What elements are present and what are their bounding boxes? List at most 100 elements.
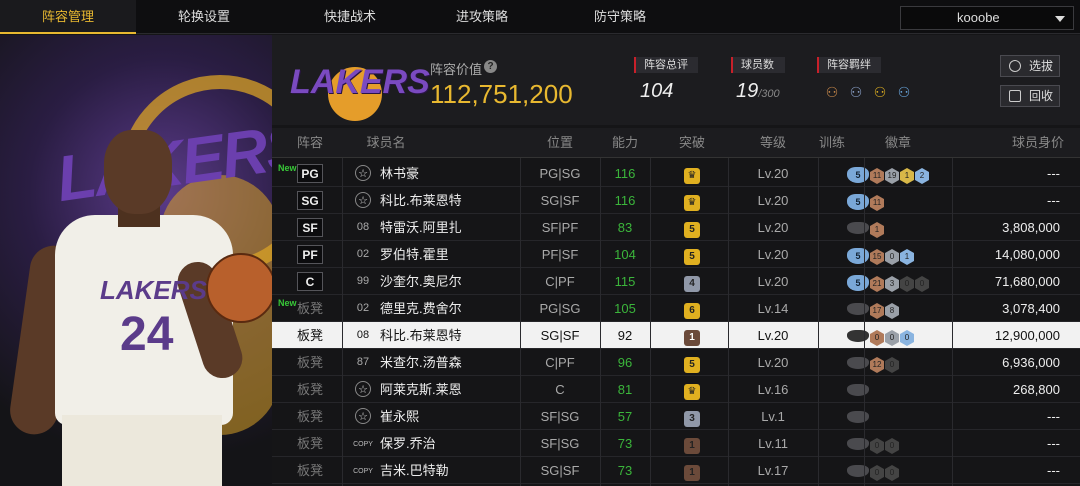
player-positions: C|PF [545, 274, 575, 289]
player-value: 14,080,000 [994, 247, 1060, 262]
recycle-button[interactable]: 回收 [1000, 85, 1060, 107]
col-breakthrough[interactable]: 突破 [664, 128, 720, 158]
player-level: Lv.20 [757, 328, 789, 343]
lineup-slot[interactable]: PG [282, 160, 338, 187]
player-name[interactable]: 阿莱克斯.莱恩 [380, 376, 520, 403]
tab-roster[interactable]: 阵容管理 [0, 0, 136, 34]
player-name[interactable]: 罗伯特.霍里 [380, 241, 520, 268]
col-name[interactable]: 球员名 [356, 128, 416, 158]
breakthrough-cell: 6 [664, 295, 720, 322]
bond-icon[interactable]: ⚇ [894, 82, 914, 102]
player-ability: 83 [617, 220, 633, 235]
jersey-cell: 02 [346, 241, 380, 268]
lineup-slot[interactable]: 板凳 [282, 349, 338, 376]
player-name[interactable]: 米查尔.汤普森 [380, 349, 520, 376]
jersey-cell: 08 [346, 322, 380, 349]
bond-icons[interactable]: ⚇ ⚇ ⚇ ⚇ [822, 82, 922, 104]
player-value: --- [1047, 166, 1060, 181]
help-icon[interactable]: ? [484, 60, 497, 73]
player-value: --- [1047, 463, 1060, 478]
players-count: 19/300 [736, 80, 780, 102]
breakthrough-badge: 1 [684, 438, 700, 454]
col-badges[interactable]: 徽章 [868, 128, 928, 158]
lineup-slot[interactable]: C [282, 268, 338, 295]
jersey-number: 02 [356, 302, 370, 314]
table-row[interactable]: 板凳 87 米查尔.汤普森 C|PF 96 5 Lv.20 12 0 6,936,000 [272, 349, 1080, 376]
table-row[interactable]: New PG ☆ 林书豪 PG|SG 116 ♛ Lv.20 5 11 19 1 2 --- [272, 160, 1080, 187]
badge-icon: 0 [900, 330, 914, 346]
breakthrough-badge: 1 [684, 465, 700, 481]
lineup-slot[interactable]: 板凳 [282, 403, 338, 430]
select-button[interactable]: 选拔 [1000, 55, 1060, 77]
table-row[interactable]: 板凳 ☆ 崔永熙 SF|SG 57 3 Lv.1 --- [272, 403, 1080, 430]
player-ability: 116 [614, 166, 636, 181]
lineup-slot[interactable]: 板凳 [282, 376, 338, 403]
table-row[interactable]: 板凳 COPY 吉米.巴特勒 SG|SF 73 1 Lv.17 0 0 --- [272, 457, 1080, 484]
lineup-slot[interactable]: 板凳 [282, 457, 338, 484]
player-name[interactable]: 保罗.乔治 [380, 430, 520, 457]
jersey-cell: ☆ [346, 187, 380, 214]
table-row[interactable]: New 板凳 02 德里克.费舍尔 PG|SG 105 6 Lv.14 17 8 3,078,400 [272, 295, 1080, 322]
refresh-icon [1009, 60, 1021, 72]
player-value: 268,800 [1013, 382, 1060, 397]
table-row[interactable]: SF 08 特雷沃.阿里扎 SF|PF 83 5 Lv.20 1 3,808,000 [272, 214, 1080, 241]
player-positions: SF|SG [540, 436, 580, 451]
col-ability[interactable]: 能力 [600, 128, 650, 158]
table-row[interactable]: SG ☆ 科比.布莱恩特 SG|SF 116 ♛ Lv.20 5 11 --- [272, 187, 1080, 214]
bond-icon[interactable]: ⚇ [822, 82, 842, 102]
player-ability: 96 [617, 355, 633, 370]
lineup-slot[interactable]: PF [282, 241, 338, 268]
jersey-cell: ☆ [346, 376, 380, 403]
player-name[interactable]: 吉米.巴特勒 [380, 457, 520, 484]
col-lineup[interactable]: 阵容 [282, 128, 338, 158]
player-name[interactable]: 科比.布莱恩特 [380, 187, 520, 214]
badge-icon: 0 [915, 276, 929, 292]
player-ability: 105 [614, 301, 636, 316]
breakthrough-badge: 5 [684, 249, 700, 265]
table-row[interactable]: C 99 沙奎尔.奥尼尔 C|PF 115 4 Lv.20 5 21 3 0 0 71,680,000 [272, 268, 1080, 295]
breakthrough-badge: ♛ [684, 195, 700, 211]
player-positions: C [555, 382, 565, 397]
breakthrough-cell: 4 [664, 268, 720, 295]
lineup-slot[interactable]: 板凳 [282, 322, 338, 349]
tab-defense[interactable]: 防守策略 [552, 0, 688, 34]
badge-icon: 19 [885, 168, 899, 184]
player-name[interactable]: 林书豪 [380, 160, 520, 187]
lineup-slot[interactable]: SF [282, 214, 338, 241]
breakthrough-badge: 4 [684, 276, 700, 292]
roster-summary: LAKERS 阵容价值 ? 112,751,200 阵容总评 104 球员数 1… [272, 35, 1080, 125]
player-ability: 57 [617, 409, 633, 424]
account-dropdown[interactable]: kooobe [900, 6, 1074, 30]
table-row[interactable]: 板凳 COPY 保罗.乔治 SF|SG 73 1 Lv.11 0 0 --- [272, 430, 1080, 457]
col-training[interactable]: 训练 [802, 128, 862, 158]
player-level: Lv.20 [757, 355, 789, 370]
lineup-slot[interactable]: 板凳 [282, 430, 338, 457]
col-position[interactable]: 位置 [520, 128, 600, 158]
badge-icon: 17 [870, 303, 884, 319]
player-positions: PG|SG [539, 301, 581, 316]
player-name[interactable]: 德里克.费舍尔 [380, 295, 520, 322]
lineup-slot[interactable]: 板凳 [282, 295, 338, 322]
col-value[interactable]: 球员身价 [972, 128, 1064, 158]
jersey-cell: COPY [346, 457, 380, 484]
player-name[interactable]: 沙奎尔.奥尼尔 [380, 268, 520, 295]
player-value: 6,936,000 [1002, 355, 1060, 370]
jersey-number: 99 [356, 275, 370, 287]
table-row[interactable]: 板凳 08 科比.布莱恩特 SG|SF 92 1 Lv.20 0 0 0 12,900,000 [272, 322, 1080, 349]
tab-quick-tactics[interactable]: 快捷战术 [282, 0, 418, 34]
table-row[interactable]: PF 02 罗伯特.霍里 PF|SF 104 5 Lv.20 5 15 0 1 14,080,000 [272, 241, 1080, 268]
table-row[interactable]: 板凳 ☆ 阿莱克斯.莱恩 C 81 ♛ Lv.16 268,800 [272, 376, 1080, 403]
player-level: Lv.20 [757, 247, 789, 262]
player-value: 3,078,400 [1002, 301, 1060, 316]
bond-icon[interactable]: ⚇ [846, 82, 866, 102]
badge-icon: 3 [885, 276, 899, 292]
tab-offense[interactable]: 进攻策略 [414, 0, 550, 34]
bond-icon[interactable]: ⚇ [870, 82, 890, 102]
jersey-cell: ☆ [346, 160, 380, 187]
player-name[interactable]: 崔永熙 [380, 403, 520, 430]
lineup-slot[interactable]: SG [282, 187, 338, 214]
player-name[interactable]: 特雷沃.阿里扎 [380, 214, 520, 241]
tab-rotation[interactable]: 轮换设置 [136, 0, 272, 34]
player-level: Lv.20 [757, 193, 789, 208]
player-name[interactable]: 科比.布莱恩特 [380, 322, 520, 349]
